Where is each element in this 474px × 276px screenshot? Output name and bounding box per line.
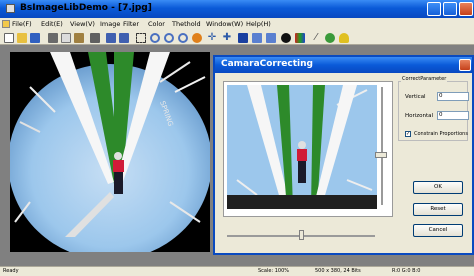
menu-file[interactable]: File(F) [12,20,32,28]
zoom-fit-icon[interactable] [178,33,188,43]
open-folder-icon[interactable] [17,33,27,43]
camera-correcting-dialog: CamaraCorrecting CorrectParameter Vertic… [213,55,474,255]
reset-button[interactable]: Reset [413,203,463,216]
tile-icon[interactable] [266,33,276,43]
paste-icon[interactable] [74,33,84,43]
status-scale: Scale: 100% [258,268,290,274]
ok-button[interactable]: OK [413,181,463,194]
window-title: BsImageLibDemo - [7.jpg] [20,3,152,13]
move-icon[interactable]: ✛ [207,33,217,43]
vertical-label: Vertical [405,94,426,100]
document-icon [2,20,10,28]
zoom-in-icon[interactable] [150,33,160,43]
menu-window[interactable]: Window(W) [206,20,243,28]
contrast-icon[interactable] [281,33,291,43]
constrain-checkbox[interactable]: ✓ [405,131,411,137]
globe-icon[interactable] [325,33,335,43]
constrain-label: Constrain Proportions [414,131,468,137]
new-file-icon[interactable] [4,33,14,43]
preview-image [227,85,377,209]
main-image: SPRING [10,52,210,252]
help-icon[interactable] [339,33,349,43]
select-icon[interactable] [136,33,146,43]
horizontal-label: Horizontal [405,113,434,119]
menu-filter[interactable]: Filter [123,20,139,28]
menu-help[interactable]: Help(H) [246,20,271,28]
palette-icon[interactable] [295,33,305,43]
maximize-button[interactable] [443,2,457,16]
toolbar [0,30,474,45]
close-button[interactable] [459,2,473,16]
vertical-input[interactable]: 0 [437,92,469,101]
menu-image[interactable]: Image [100,20,120,28]
status-ready: Ready [3,268,19,274]
cancel-button[interactable]: Cancel [413,224,463,237]
horizontal-slider-thumb[interactable] [299,230,304,240]
redo-icon[interactable] [119,33,129,43]
group-title: CorrectParameter [401,76,448,82]
menu-view[interactable]: View(V) [70,20,95,28]
status-image-size: 500 x 380, 24 Bits [315,268,361,274]
menu-edit[interactable]: Edit(E) [41,20,63,28]
menu-color[interactable]: Color [148,20,165,28]
status-bar: Ready Scale: 100% 500 x 380, 24 Bits R:0… [0,266,474,276]
zoom-out-icon[interactable] [164,33,174,43]
undo-icon[interactable] [106,33,116,43]
minimize-button[interactable] [427,2,441,16]
print-icon[interactable] [90,33,100,43]
save-icon[interactable] [30,33,40,43]
vertical-slider-track [381,87,383,205]
status-rgb: R:0 G:0 B:0 [392,268,421,274]
horizontal-input[interactable]: 0 [437,111,469,120]
color-wheel-icon[interactable] [192,33,202,43]
dialog-title: CamaraCorrecting [221,59,313,69]
menu-thethold[interactable]: Thethold [172,20,201,28]
cut-icon[interactable] [48,33,58,43]
wand-icon[interactable]: ⁄ [311,33,321,43]
copy-icon[interactable] [61,33,71,43]
vertical-slider-thumb[interactable] [375,152,387,158]
app-icon [6,4,15,13]
rotate-icon[interactable]: ✚ [222,33,232,43]
dialog-close-button[interactable] [459,59,471,71]
window-icon[interactable] [252,33,262,43]
image-icon[interactable] [238,33,248,43]
